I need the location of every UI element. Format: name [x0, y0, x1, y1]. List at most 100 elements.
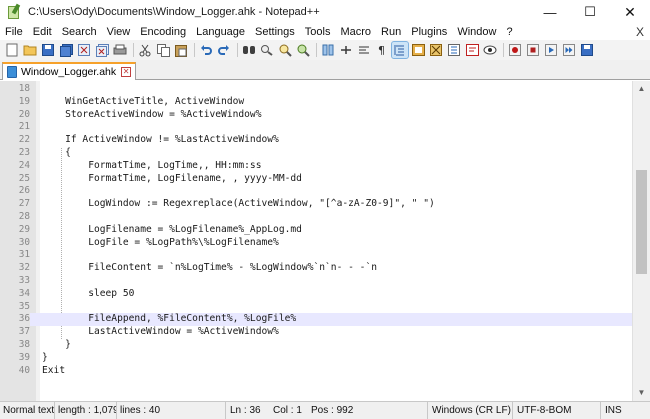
close-icon[interactable] — [76, 42, 92, 58]
line-text: FileContent = `n%LogTime% - %LogWindow%`… — [42, 262, 378, 274]
tab-window-logger[interactable]: Window_Logger.ahk ✕ — [2, 62, 137, 80]
line-text: sleep 50 — [42, 287, 135, 299]
status-length: length : 1,079 — [55, 401, 117, 419]
save-icon[interactable] — [40, 42, 56, 58]
window-controls: — ☐ ✕ — [530, 0, 650, 24]
menu-macro[interactable]: Macro — [335, 24, 376, 40]
line-number: 30 — [18, 236, 30, 248]
scrollbar-thumb[interactable] — [636, 170, 647, 274]
doc-map-icon[interactable] — [428, 42, 444, 58]
line-number: 32 — [18, 262, 30, 274]
line-text: } — [42, 351, 48, 363]
status-lines: lines : 40 — [120, 404, 161, 416]
run-macro-multiple-icon[interactable] — [561, 42, 577, 58]
code-line[interactable]: 40 Exit — [0, 365, 632, 378]
menu-settings[interactable]: Settings — [250, 24, 300, 40]
line-text: LogFilename = %LogFilename%_AppLog.md — [42, 223, 302, 235]
undo-icon[interactable] — [198, 42, 214, 58]
line-text: If ActiveWindow != %LastActiveWindow% — [42, 134, 279, 146]
code-line[interactable]: 29 LogFilename = %LogFilename%_AppLog.md — [0, 224, 632, 237]
line-number: 39 — [18, 351, 30, 363]
menu-search[interactable]: Search — [57, 24, 102, 40]
code-line[interactable]: 24 FormatTime, LogTime,, HH:mm:ss — [0, 160, 632, 173]
code-line[interactable]: 37 LastActiveWindow = %ActiveWindow% — [0, 326, 632, 339]
code-line[interactable]: 26 — [0, 185, 632, 198]
minimize-button[interactable]: — — [530, 0, 570, 24]
udl-icon[interactable] — [410, 42, 426, 58]
folder-workspace-icon[interactable] — [464, 42, 480, 58]
window-title: C:\Users\Ody\Documents\Window_Logger.ahk… — [28, 6, 320, 18]
editor-area[interactable]: 18 19 WinGetActiveTitle, ActiveWindow 20 S… — [0, 81, 650, 401]
code-line[interactable]: 28 — [0, 211, 632, 224]
code-line[interactable]: 32 FileContent = `n%LogTime% - %LogWindo… — [0, 262, 632, 275]
menu-file[interactable]: File — [0, 24, 28, 40]
menu-plugins[interactable]: Plugins — [406, 24, 452, 40]
code-line[interactable]: 34 sleep 50 — [0, 288, 632, 301]
sync-vertical-icon[interactable] — [320, 42, 336, 58]
line-number: 40 — [18, 364, 30, 376]
new-file-icon[interactable] — [4, 42, 20, 58]
stop-macro-icon[interactable] — [525, 42, 541, 58]
zoom-in-icon[interactable] — [277, 42, 293, 58]
scroll-down-icon[interactable]: ▼ — [633, 385, 650, 401]
status-encoding[interactable]: UTF-8-BOM — [513, 401, 601, 419]
word-wrap-icon[interactable] — [356, 42, 372, 58]
maximize-button[interactable]: ☐ — [570, 0, 610, 24]
close-tab-icon[interactable]: ✕ — [121, 67, 132, 77]
menu-run[interactable]: Run — [376, 24, 406, 40]
play-macro-icon[interactable] — [543, 42, 559, 58]
line-text: } — [42, 338, 71, 350]
close-window-button[interactable]: ✕ — [610, 0, 650, 24]
status-eol[interactable]: Windows (CR LF) — [428, 401, 513, 419]
code-line[interactable]: 21 — [0, 121, 632, 134]
find-icon[interactable] — [241, 42, 257, 58]
code-line[interactable]: 33 — [0, 275, 632, 288]
line-number: 34 — [18, 287, 30, 299]
menu-encoding[interactable]: Encoding — [135, 24, 191, 40]
close-all-icon[interactable] — [94, 42, 110, 58]
menu-window[interactable]: Window — [452, 24, 501, 40]
code-line[interactable]: 25 FormatTime, LogFilename, , yyyy-MM-dd — [0, 173, 632, 186]
cut-icon[interactable] — [137, 42, 153, 58]
menu-language[interactable]: Language — [191, 24, 250, 40]
line-number: 23 — [18, 146, 30, 158]
zoom-out-icon[interactable] — [295, 42, 311, 58]
function-list-icon[interactable] — [446, 42, 462, 58]
code-line[interactable]: 31 — [0, 249, 632, 262]
monitoring-icon[interactable] — [482, 42, 498, 58]
menu-tools[interactable]: Tools — [300, 24, 336, 40]
record-macro-icon[interactable] — [507, 42, 523, 58]
print-icon[interactable] — [112, 42, 128, 58]
sync-horizontal-icon[interactable] — [338, 42, 354, 58]
redo-icon[interactable] — [216, 42, 232, 58]
code-line[interactable]: 22 If ActiveWindow != %LastActiveWindow% — [0, 134, 632, 147]
paste-icon[interactable] — [173, 42, 189, 58]
code-line[interactable]: 35 — [0, 301, 632, 314]
close-document-button[interactable]: X — [636, 24, 644, 40]
code-line[interactable]: 20 StoreActiveWindow = %ActiveWindow% — [0, 109, 632, 122]
code-line[interactable]: 30 LogFile = %LogPath%\%LogFilename% — [0, 237, 632, 250]
save-all-icon[interactable] — [58, 42, 74, 58]
code-line[interactable]: 39} — [0, 352, 632, 365]
show-all-chars-icon[interactable]: ¶ — [374, 42, 390, 58]
copy-icon[interactable] — [155, 42, 171, 58]
code-line[interactable]: 19 WinGetActiveTitle, ActiveWindow — [0, 96, 632, 109]
open-file-icon[interactable] — [22, 42, 38, 58]
line-text: LogWindow := Regexreplace(ActiveWindow, … — [42, 198, 435, 210]
code-line[interactable]: 18 — [0, 83, 632, 96]
status-bar: Normal text length : 1,079 lines : 40 Ln… — [0, 401, 650, 419]
indent-guide-icon[interactable] — [391, 41, 409, 59]
scroll-up-icon[interactable]: ▲ — [633, 81, 650, 97]
replace-icon[interactable] — [259, 42, 275, 58]
line-text: LastActiveWindow = %ActiveWindow% — [42, 326, 279, 338]
vertical-scrollbar[interactable]: ▲ ▼ — [632, 81, 650, 401]
code-line[interactable]: 38 } — [0, 339, 632, 352]
save-macro-icon[interactable] — [579, 42, 595, 58]
code-line[interactable]: 27 LogWindow := Regexreplace(ActiveWindo… — [0, 198, 632, 211]
menu-edit[interactable]: Edit — [28, 24, 57, 40]
menu-view[interactable]: View — [102, 24, 136, 40]
menu-bar: File Edit Search View Encoding Language … — [0, 24, 650, 40]
code-line[interactable]: 36 FileAppend, %FileContent%, %LogFile% — [0, 313, 632, 327]
code-line[interactable]: 23 { — [0, 147, 632, 160]
menu-help[interactable]: ? — [501, 24, 517, 40]
